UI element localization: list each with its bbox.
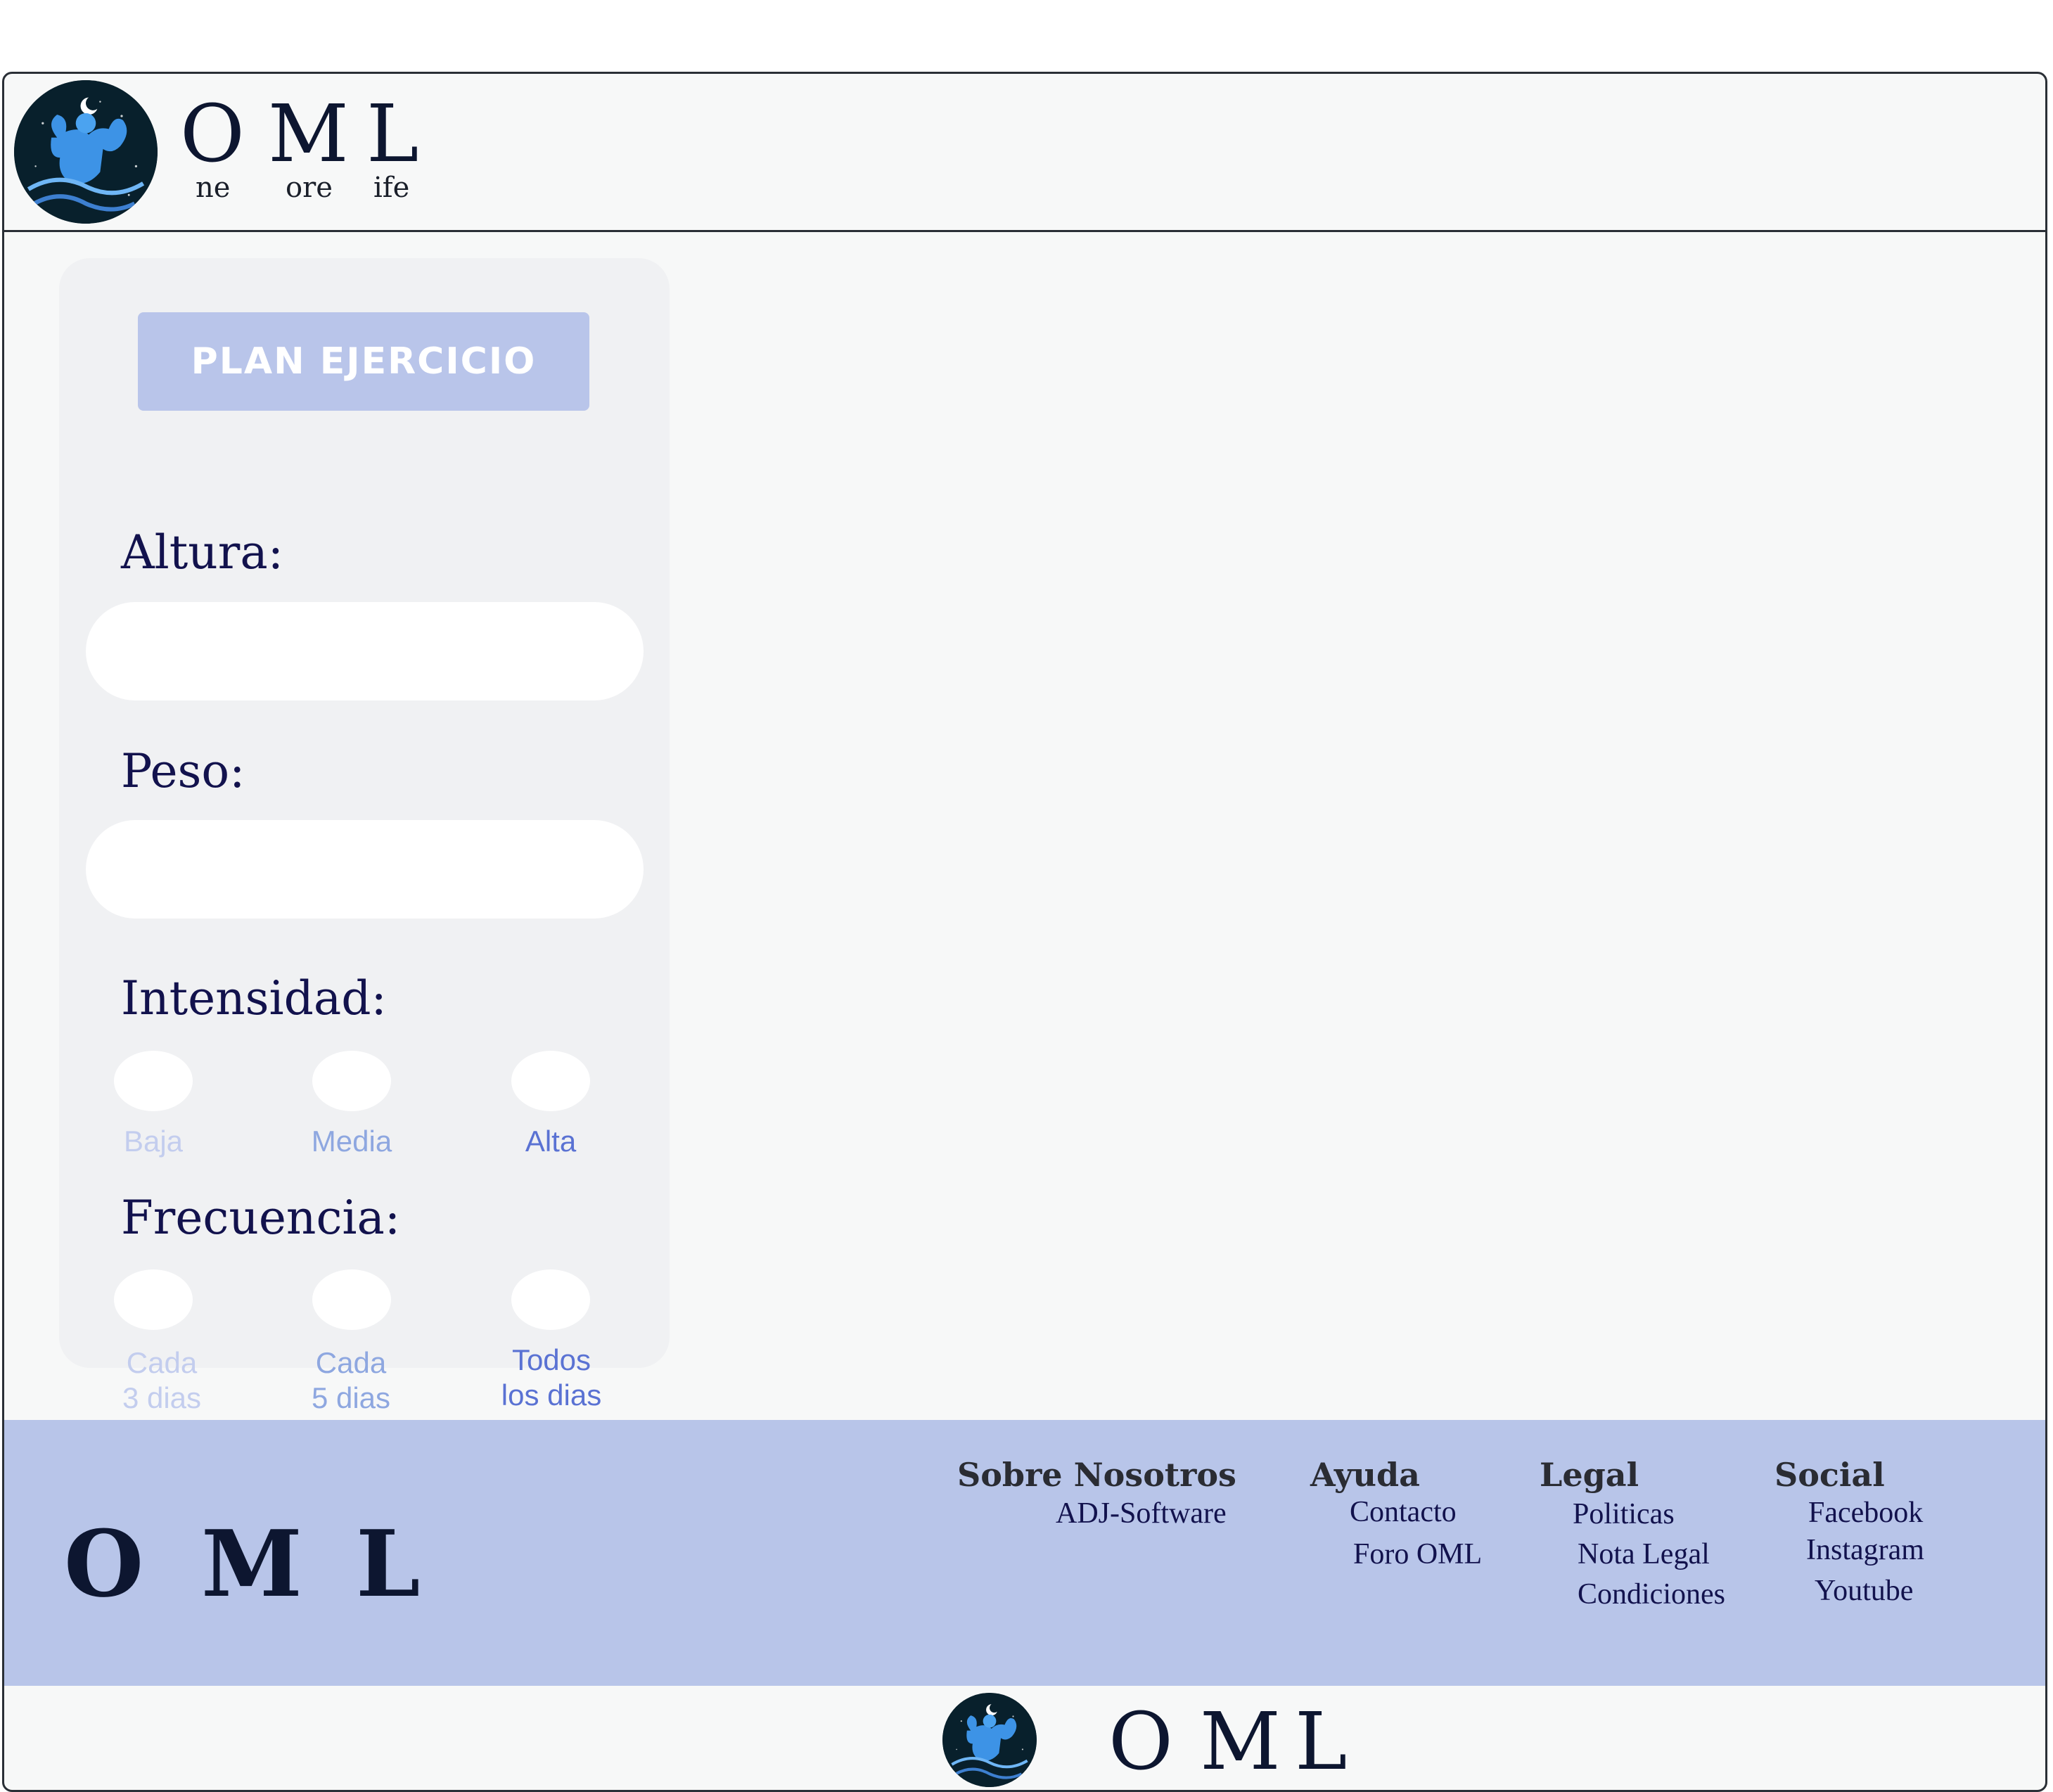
intensidad-alta-label: Alta xyxy=(525,1125,577,1158)
footer: O M L Sobre Nosotros ADJ-Software Ayuda … xyxy=(4,1420,2045,1686)
footer-heading-social: Social xyxy=(1774,1456,1885,1494)
intensidad-label: Intensidad: xyxy=(121,971,387,1025)
frecuencia-todos-label: Todos los dias xyxy=(481,1343,622,1413)
bottom-letter-m: M xyxy=(1200,1696,1281,1788)
footer-letter-m: M xyxy=(201,1510,302,1618)
footer-link-youtube[interactable]: Youtube xyxy=(1815,1576,1913,1606)
brand-sub-ne: ne xyxy=(196,172,231,204)
frecuencia-3-dias-radio[interactable] xyxy=(114,1269,193,1330)
frecuencia-3-dias-line2: 3 dias xyxy=(122,1381,202,1414)
brand-letter-m: M xyxy=(268,89,349,180)
altura-input[interactable] xyxy=(86,602,644,700)
footer-heading-ayuda: Ayuda xyxy=(1310,1456,1420,1494)
peso-input[interactable] xyxy=(86,820,644,919)
frecuencia-5-dias-line2: 5 dias xyxy=(311,1381,391,1414)
frecuencia-5-dias-label: Cada 5 dias xyxy=(281,1345,421,1416)
brand-letter-l: L xyxy=(366,89,419,180)
frecuencia-label: Frecuencia: xyxy=(121,1191,401,1245)
frecuencia-5-dias-line1: Cada xyxy=(315,1346,387,1379)
footer-letter-o: O xyxy=(64,1510,144,1618)
intensidad-media-label: Media xyxy=(311,1125,392,1158)
plan-ejercicio-button[interactable]: PLAN EJERCICIO xyxy=(138,312,589,411)
footer-letter-l: L xyxy=(356,1510,421,1618)
footer-heading-legal: Legal xyxy=(1540,1456,1639,1494)
brand-sub-ore: ore xyxy=(286,172,333,204)
bottom-letter-o: O xyxy=(1108,1696,1173,1788)
frecuencia-5-dias-radio[interactable] xyxy=(312,1269,391,1330)
frecuencia-todos-radio[interactable] xyxy=(511,1269,590,1330)
frecuencia-todos-line1: Todos xyxy=(511,1343,591,1376)
altura-label: Altura: xyxy=(121,525,283,580)
exercise-plan-form: PLAN EJERCICIO Altura: Peso: Intensidad:… xyxy=(59,258,670,1414)
footer-link-instagram[interactable]: Instagram xyxy=(1806,1535,1924,1565)
intensidad-alta-radio[interactable] xyxy=(511,1051,590,1111)
intensidad-baja-radio[interactable] xyxy=(114,1051,193,1111)
peso-label: Peso: xyxy=(121,744,245,798)
muscle-man-icon[interactable] xyxy=(14,80,158,224)
header: O M L ne ore ife xyxy=(4,74,2045,232)
footer-link-politicas[interactable]: Politicas xyxy=(1573,1499,1675,1529)
bottom-letter-l: L xyxy=(1295,1696,1348,1788)
intensidad-baja-label: Baja xyxy=(123,1125,184,1158)
footer-link-condiciones[interactable]: Condiciones xyxy=(1578,1580,1725,1609)
footer-link-facebook[interactable]: Facebook xyxy=(1808,1498,1923,1528)
footer-link-nota-legal[interactable]: Nota Legal xyxy=(1578,1540,1710,1569)
brand-sub-ife: ife xyxy=(373,172,410,204)
app-window: O M L ne ore ife PLAN EJERCICIO Altura: … xyxy=(2,72,2047,1792)
frecuencia-3-dias-line1: Cada xyxy=(126,1346,198,1379)
footer-link-foro-oml[interactable]: Foro OML xyxy=(1353,1540,1482,1569)
footer-link-adj-software[interactable]: ADJ-Software xyxy=(1056,1499,1227,1528)
footer-heading-sobre: Sobre Nosotros xyxy=(957,1456,1236,1494)
muscle-man-icon xyxy=(942,1693,1037,1787)
frecuencia-todos-line2: los dias xyxy=(501,1378,602,1412)
brand-letter-o: O xyxy=(180,89,245,180)
footer-link-contacto[interactable]: Contacto xyxy=(1350,1497,1457,1527)
intensidad-media-radio[interactable] xyxy=(312,1051,391,1111)
frecuencia-3-dias-label: Cada 3 dias xyxy=(91,1345,232,1416)
